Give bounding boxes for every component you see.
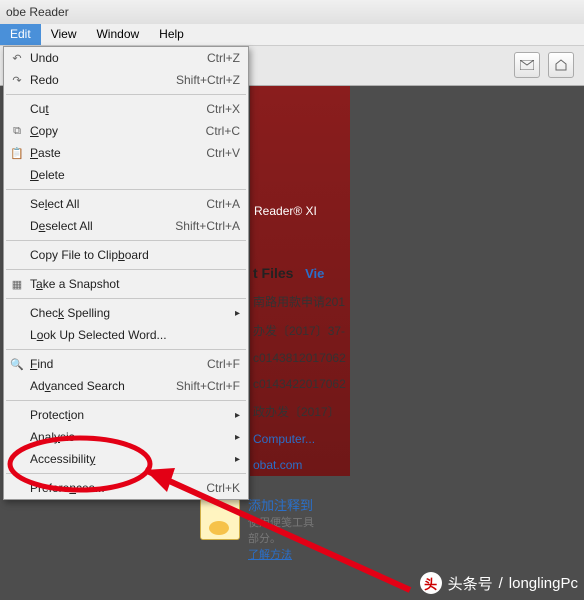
menu-analysis[interactable]: Analysis▸ xyxy=(4,426,248,448)
title-bar: obe Reader xyxy=(0,0,584,24)
search-icon: 🔍 xyxy=(9,358,25,371)
camera-icon: ▦ xyxy=(9,278,25,291)
menu-edit[interactable]: Edit xyxy=(0,24,41,45)
app-title: obe Reader xyxy=(6,5,69,19)
recent-file-item[interactable]: c0143812017062 xyxy=(253,351,353,365)
submenu-arrow-icon: ▸ xyxy=(235,410,240,421)
recent-file-item[interactable]: 办发〔2017〕37- xyxy=(253,322,353,339)
view-all-link[interactable]: Vie xyxy=(305,266,324,281)
recent-file-item[interactable]: 政办发〔2017〕 xyxy=(253,403,353,420)
watermark-icon: 头 xyxy=(420,572,442,594)
menu-undo[interactable]: ↶UndoCtrl+Z xyxy=(4,47,248,69)
menu-window[interactable]: Window xyxy=(86,24,149,45)
copy-icon: ⧉ xyxy=(9,125,25,138)
recent-file-item[interactable]: 南路用款申请201 xyxy=(253,293,353,310)
home-icon xyxy=(554,59,568,71)
watermark-author: longlingPc xyxy=(509,575,578,592)
separator xyxy=(6,189,246,190)
menu-redo[interactable]: ↷RedoShift+Ctrl+Z xyxy=(4,69,248,91)
redo-icon: ↷ xyxy=(9,74,25,87)
card-title: 添加注释到 xyxy=(248,495,360,514)
edit-dropdown-menu: ↶UndoCtrl+Z ↷RedoShift+Ctrl+Z CutCtrl+X … xyxy=(3,46,249,500)
menu-bar: Edit View Window Help xyxy=(0,24,584,46)
submenu-arrow-icon: ▸ xyxy=(235,432,240,443)
separator xyxy=(6,349,246,350)
recent-files-heading: t Files xyxy=(253,265,293,281)
recent-file-item[interactable]: c0143422017062 xyxy=(253,377,353,391)
menu-view[interactable]: View xyxy=(41,24,87,45)
separator xyxy=(6,400,246,401)
add-comments-card[interactable]: 添加注释到 使用便笺工具 部分。 了解方法 xyxy=(200,495,360,562)
recent-files-panel: t Files Vie 南路用款申请201 办发〔2017〕37- c01438… xyxy=(253,265,353,472)
menu-copy[interactable]: ⧉CopyCtrl+C xyxy=(4,120,248,142)
menu-deselect-all[interactable]: Deselect AllShift+Ctrl+A xyxy=(4,215,248,237)
menu-lookup-word[interactable]: Look Up Selected Word... xyxy=(4,324,248,346)
watermark: 头 头条号 / longlingPc xyxy=(420,572,578,594)
home-button[interactable] xyxy=(548,52,574,78)
menu-check-spelling[interactable]: Check Spelling▸ xyxy=(4,302,248,324)
my-computer-link[interactable]: Computer... xyxy=(253,432,353,446)
mail-icon xyxy=(520,60,534,70)
sticky-note-icon xyxy=(200,498,240,540)
learn-how-link[interactable]: 了解方法 xyxy=(248,546,360,562)
menu-delete[interactable]: Delete xyxy=(4,164,248,186)
menu-copy-file-clipboard[interactable]: Copy File to Clipboard xyxy=(4,244,248,266)
mail-button[interactable] xyxy=(514,52,540,78)
menu-preferences[interactable]: Preferences...Ctrl+K xyxy=(4,477,248,499)
separator xyxy=(6,269,246,270)
menu-take-snapshot[interactable]: ▦Take a Snapshot xyxy=(4,273,248,295)
card-subtext: 使用便笺工具 xyxy=(248,514,360,530)
menu-help[interactable]: Help xyxy=(149,24,194,45)
menu-accessibility[interactable]: Accessibility▸ xyxy=(4,448,248,470)
menu-select-all[interactable]: Select AllCtrl+A xyxy=(4,193,248,215)
separator xyxy=(6,240,246,241)
watermark-source: 头条号 xyxy=(448,573,493,594)
product-name: Reader® XI xyxy=(250,204,350,218)
menu-advanced-search[interactable]: Advanced SearchShift+Ctrl+F xyxy=(4,375,248,397)
separator xyxy=(6,94,246,95)
card-subtext: 部分。 xyxy=(248,530,360,546)
separator xyxy=(6,473,246,474)
paste-icon: 📋 xyxy=(9,147,25,160)
submenu-arrow-icon: ▸ xyxy=(235,454,240,465)
submenu-arrow-icon: ▸ xyxy=(235,308,240,319)
acrobat-link[interactable]: obat.com xyxy=(253,458,353,472)
undo-icon: ↶ xyxy=(9,52,25,65)
menu-protection[interactable]: Protection▸ xyxy=(4,404,248,426)
menu-paste[interactable]: 📋PasteCtrl+V xyxy=(4,142,248,164)
menu-find[interactable]: 🔍FindCtrl+F xyxy=(4,353,248,375)
separator xyxy=(6,298,246,299)
menu-cut[interactable]: CutCtrl+X xyxy=(4,98,248,120)
